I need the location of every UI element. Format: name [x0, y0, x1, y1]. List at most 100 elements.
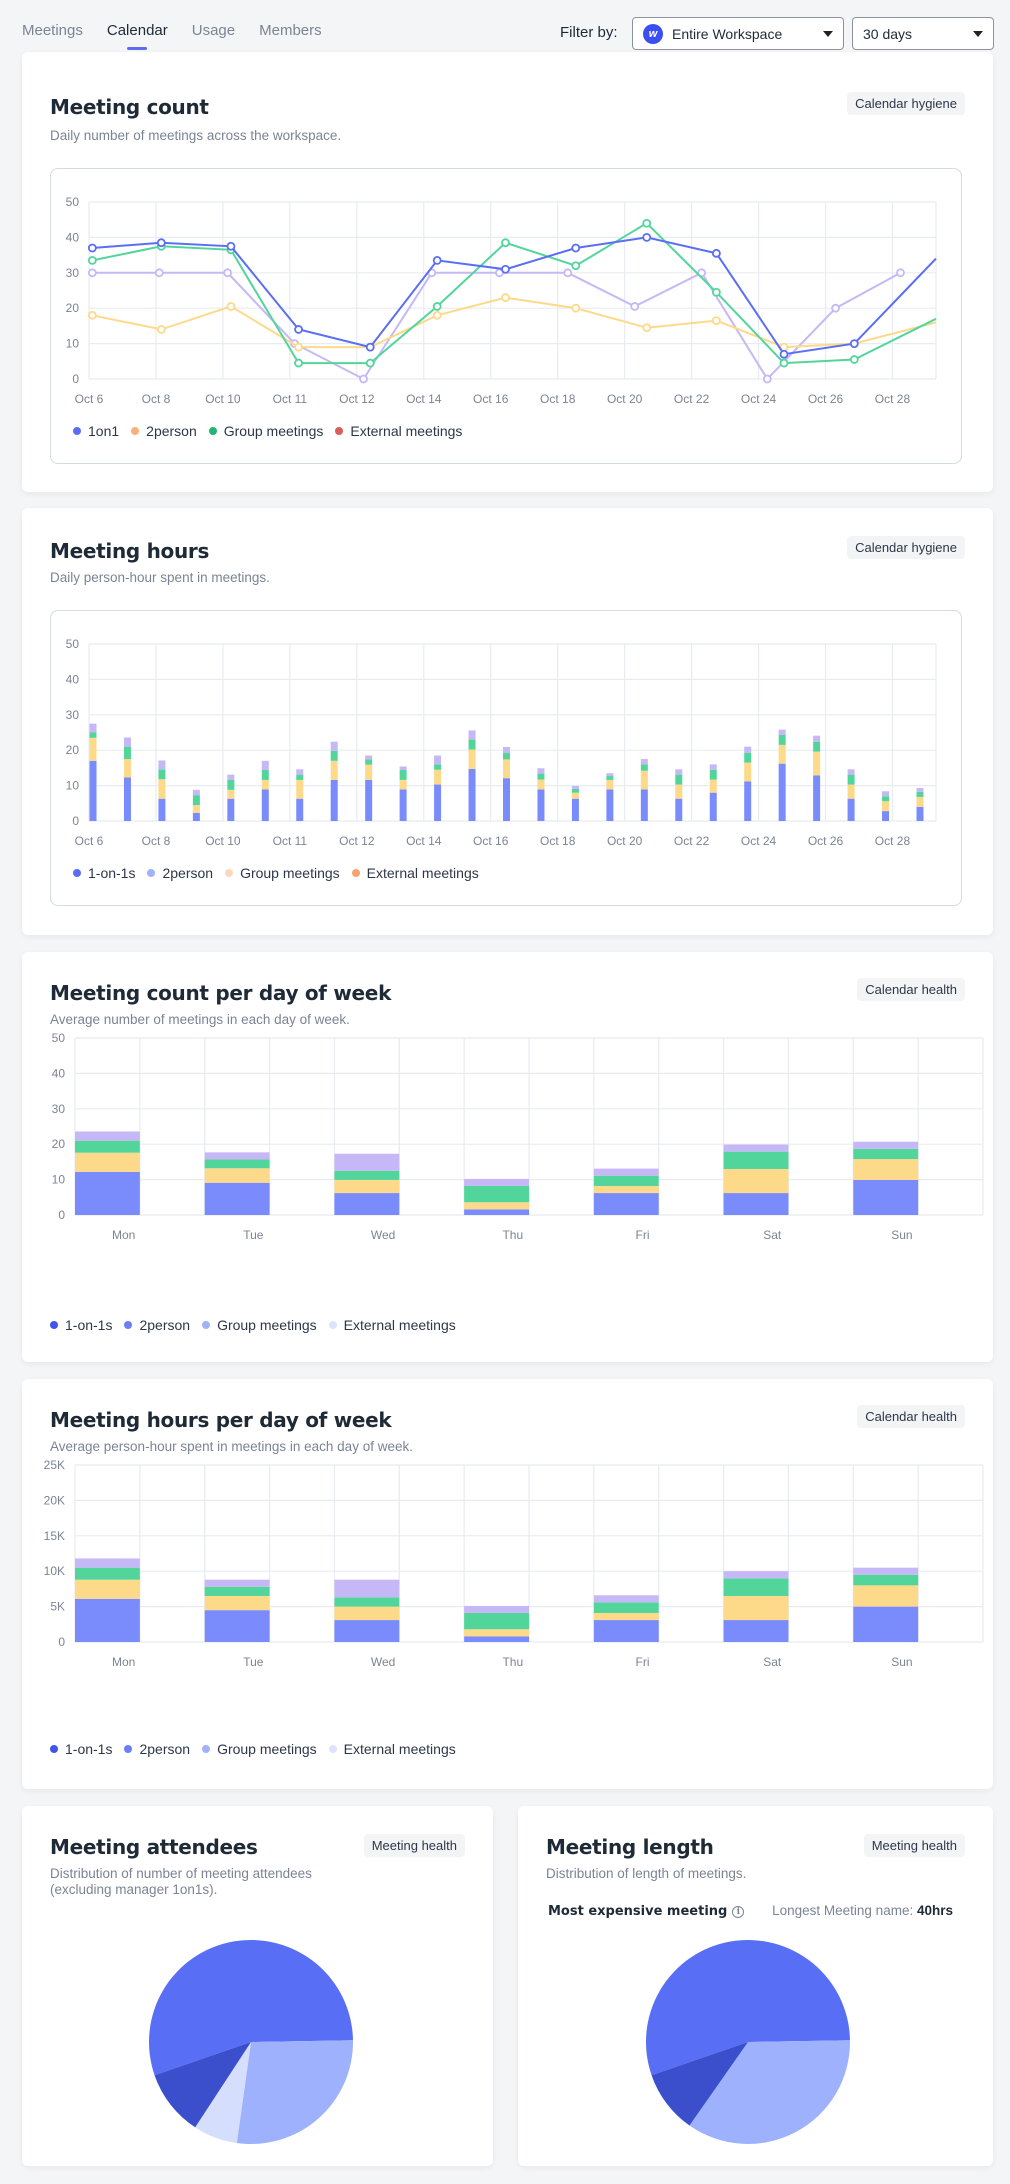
bar-segment	[464, 1209, 529, 1215]
legend-dot-icon	[73, 869, 81, 877]
meeting-hours-dow-bar-chart: 0 5K 10K 15K 20K 25K Mon Tue Wed Thu Fri Sat Sun	[44, 1458, 984, 1669]
legend-item[interactable]: 1-on-1s	[50, 1741, 112, 1757]
bar-segment	[606, 776, 614, 780]
bar-segment	[606, 789, 614, 821]
date-range-select[interactable]: 30 days	[852, 17, 994, 50]
data-point	[571, 261, 581, 271]
bar-segment	[503, 747, 510, 754]
chart-container: 0 10 20 30 40 50 Oct 6 Oct 8 Oct 10 Oct 11 Oct 12 O…	[50, 168, 962, 464]
bar-segment	[593, 1193, 659, 1215]
card-subtitle: Daily number of meetings across the work…	[50, 128, 342, 143]
legend-item[interactable]: 2person	[124, 1317, 190, 1333]
card-title: Meeting count	[50, 95, 209, 119]
x-tick-label: Oct 6	[75, 834, 104, 848]
data-point	[630, 302, 640, 311]
legend-dot-icon	[225, 869, 234, 877]
y-tick-label: 10K	[44, 1564, 65, 1578]
bar-segment	[853, 1179, 919, 1215]
bar-segment	[593, 1595, 659, 1603]
bar-segment	[675, 798, 683, 821]
x-tick-label: Wed	[371, 1655, 395, 1669]
legend-item[interactable]: 1-on-1s	[73, 865, 135, 881]
x-tick-label: Sun	[891, 1228, 912, 1242]
legend-label: External meetings	[366, 865, 479, 881]
bar-segment	[882, 796, 890, 802]
bar-segment	[434, 784, 442, 821]
legend-label: 1on1	[88, 423, 120, 439]
bar-segment	[399, 770, 407, 780]
legend-item[interactable]: 2person	[147, 865, 213, 881]
data-point	[223, 268, 233, 278]
bar-segment	[503, 753, 510, 760]
bar-segment	[709, 792, 717, 821]
tab-usage[interactable]: Usage	[192, 22, 235, 39]
bar-segment	[813, 735, 821, 742]
meeting-count-line-chart: 0 10 20 30 40 50 Oct 6 Oct 8 Oct 10 Oct 11 Oct 12 O…	[66, 195, 937, 406]
y-tick-label: 20	[66, 743, 80, 757]
x-tick-label: Tue	[243, 1228, 264, 1242]
bar-segment	[204, 1579, 270, 1587]
legend-label: 2person	[139, 1317, 191, 1333]
x-tick-label: Oct 18	[540, 834, 576, 848]
legend-item[interactable]: Group meetings	[202, 1317, 317, 1333]
bar-segment	[89, 737, 97, 761]
data-point	[571, 243, 581, 253]
data-point	[87, 268, 97, 278]
series-line	[92, 221, 937, 365]
bar-segment	[334, 1193, 400, 1215]
bar-segment	[261, 789, 269, 821]
legend-item[interactable]: 2person	[124, 1741, 190, 1757]
bar-segment	[399, 789, 407, 821]
legend-item[interactable]: 1-on-1s	[50, 1317, 112, 1333]
data-point	[501, 264, 510, 274]
legend-dot-icon	[50, 1745, 58, 1753]
legend-item[interactable]: Group meetings	[225, 865, 340, 881]
workspace-select[interactable]: w Entire Workspace	[632, 17, 844, 50]
chart-container: 0 10 20 30 40 50 Oct 6 Oct 8 Oct 10 Oct 11 Oct 12 O…	[50, 610, 962, 906]
bar-segment	[464, 1636, 529, 1642]
tab-meetings[interactable]: Meetings	[22, 22, 83, 39]
date-range-select-value: 30 days	[863, 25, 913, 42]
legend-item[interactable]: Group meetings	[202, 1741, 317, 1757]
bar-segment	[675, 769, 683, 775]
legend-label: Group meetings	[223, 423, 324, 439]
bar-segment	[571, 788, 579, 793]
y-tick-label: 30	[66, 266, 80, 280]
tab-calendar[interactable]: Calendar	[107, 22, 168, 39]
bar-segment	[464, 1629, 529, 1637]
bar-segment	[89, 732, 97, 738]
legend-label: 2person	[139, 1741, 191, 1757]
bar-segment	[204, 1168, 270, 1183]
bar-segment	[75, 1579, 140, 1599]
x-tick-label: Oct 20	[607, 392, 643, 406]
bar-segment	[204, 1595, 270, 1611]
bar-segment	[464, 1178, 529, 1186]
bar-segment	[365, 755, 373, 760]
legend-item[interactable]: Group meetings	[208, 423, 324, 439]
bar-segment	[882, 791, 890, 797]
y-tick-label: 50	[66, 637, 80, 651]
tab-members[interactable]: Members	[259, 22, 322, 39]
data-point	[294, 358, 303, 368]
legend-item[interactable]: 1on1	[73, 423, 119, 439]
data-point	[571, 303, 581, 313]
bar-segment	[261, 779, 269, 790]
legend-item[interactable]: 2person	[131, 423, 197, 439]
legend-dot-icon	[124, 1745, 133, 1753]
legend-item[interactable]: External meetings	[351, 865, 479, 881]
bar-segment	[434, 769, 442, 785]
tab-bar: Meetings Calendar Usage Members	[22, 22, 322, 39]
legend-label: 1-on-1s	[65, 1317, 113, 1333]
legend-item[interactable]: External meetings	[328, 1741, 456, 1757]
data-point	[642, 233, 652, 242]
bar-segment	[399, 766, 407, 771]
bar-segment	[123, 777, 131, 821]
bar-segment	[537, 789, 545, 821]
bar-segment	[468, 768, 476, 821]
meeting-hours-bar-chart: 0 10 20 30 40 50 Oct 6 Oct 8 Oct 10 Oct 11 Oct 12 O…	[66, 637, 937, 848]
bar-segment	[593, 1168, 659, 1176]
legend-item[interactable]: External meetings	[335, 423, 462, 439]
bar-segment	[778, 729, 786, 735]
legend-label: External meetings	[343, 1317, 456, 1333]
legend-item[interactable]: External meetings	[328, 1317, 456, 1333]
